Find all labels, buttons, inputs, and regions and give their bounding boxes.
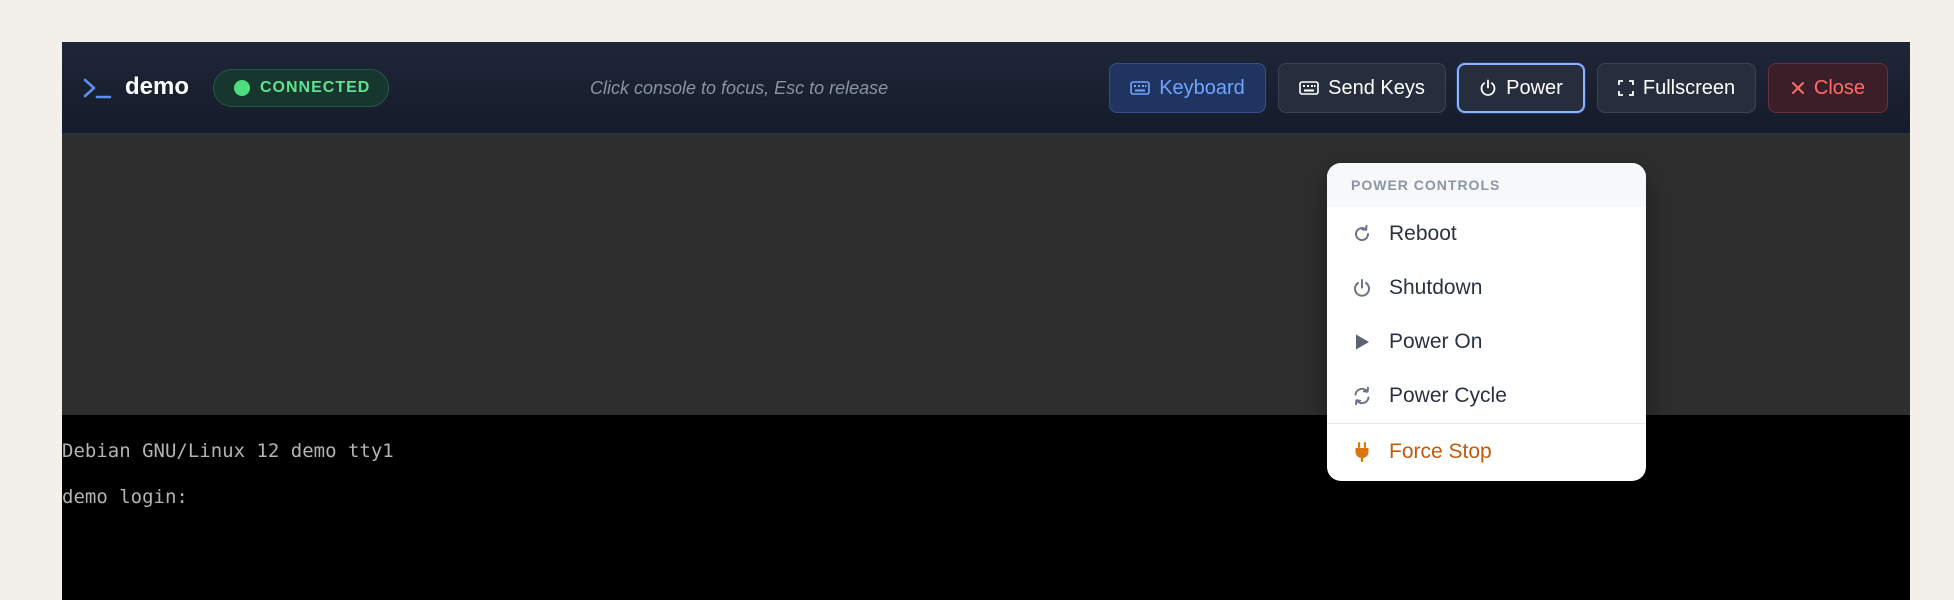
status-dot-icon (234, 80, 250, 96)
console-toolbar: demo CONNECTED Click console to focus, E… (62, 42, 1910, 134)
menu-item-power-cycle[interactable]: Power Cycle (1327, 369, 1646, 423)
console-line: Debian GNU/Linux 12 demo tty1 (62, 440, 394, 462)
close-button[interactable]: Close (1768, 63, 1888, 113)
keyboard-button-label: Keyboard (1159, 76, 1245, 99)
vm-name: demo (125, 73, 190, 100)
send-keys-button[interactable]: Send Keys (1278, 63, 1446, 113)
power-menu-header: POWER CONTROLS (1327, 163, 1646, 207)
power-icon (1480, 79, 1496, 96)
rotate-cw-icon (1351, 223, 1373, 245)
terminal-prompt-icon (83, 78, 112, 99)
menu-item-label: Reboot (1389, 222, 1457, 245)
keyboard-icon (1299, 81, 1319, 95)
keyboard-button[interactable]: Keyboard (1109, 63, 1266, 113)
refresh-icon (1351, 385, 1373, 407)
power-menu: POWER CONTROLS Reboot Shutdown Power On … (1327, 163, 1646, 481)
focus-hint: Click console to focus, Esc to release (590, 78, 889, 98)
status-badge: CONNECTED (213, 69, 390, 107)
power-icon (1351, 277, 1373, 299)
console-window: demo CONNECTED Click console to focus, E… (62, 42, 1910, 600)
send-keys-button-label: Send Keys (1328, 76, 1425, 99)
menu-item-shutdown[interactable]: Shutdown (1327, 261, 1646, 315)
status-text: CONNECTED (260, 79, 371, 96)
power-button[interactable]: Power (1457, 63, 1585, 113)
menu-item-label: Force Stop (1389, 439, 1492, 463)
play-icon (1351, 331, 1373, 353)
menu-item-power-on[interactable]: Power On (1327, 315, 1646, 369)
fullscreen-button[interactable]: Fullscreen (1597, 63, 1756, 113)
close-icon (1791, 82, 1804, 94)
menu-item-label: Power Cycle (1389, 384, 1507, 407)
console-line: demo login: (62, 486, 188, 508)
plug-icon (1351, 441, 1373, 463)
menu-item-reboot[interactable]: Reboot (1327, 207, 1646, 261)
menu-item-force-stop[interactable]: Force Stop (1327, 424, 1646, 479)
menu-item-label: Shutdown (1389, 276, 1483, 299)
fullscreen-icon (1617, 80, 1634, 96)
keyboard-icon (1130, 81, 1150, 95)
fullscreen-button-label: Fullscreen (1642, 76, 1736, 99)
close-button-label: Close (1813, 76, 1866, 99)
menu-item-label: Power On (1389, 330, 1483, 353)
power-button-label: Power (1506, 76, 1563, 99)
